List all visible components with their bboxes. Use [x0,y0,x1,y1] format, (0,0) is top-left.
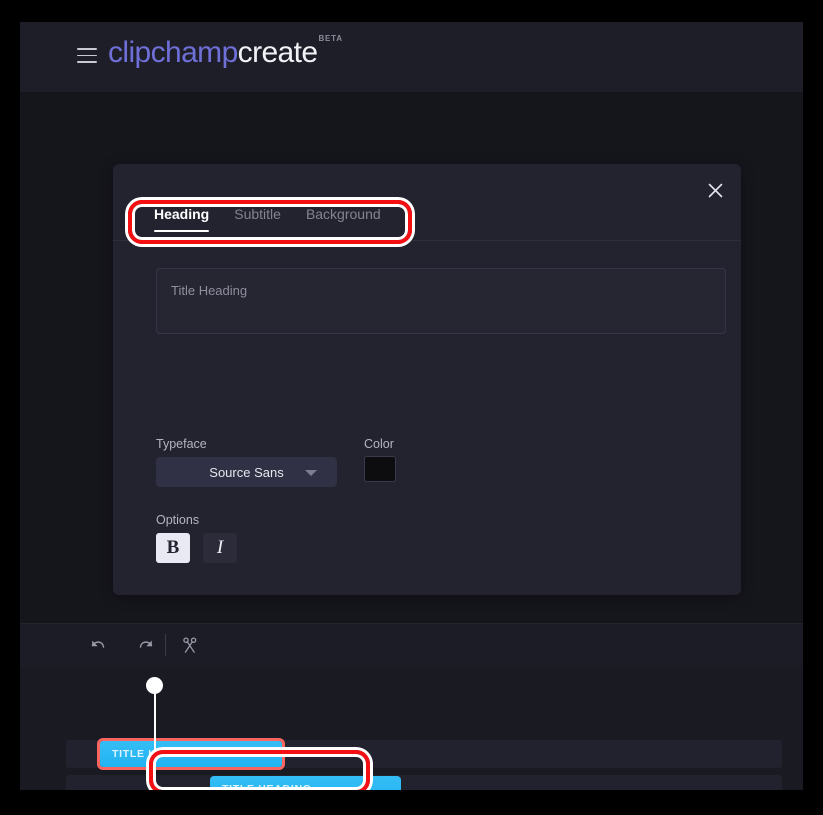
tab-heading[interactable]: Heading [154,206,210,232]
bold-button[interactable]: B [156,533,190,563]
color-swatch[interactable] [364,456,396,482]
app-header: clipchampcreateBETA [20,22,803,92]
brand-name-secondary: create [237,36,318,69]
toolbar-divider [165,634,166,656]
brand-name-primary: clipchamp [108,36,238,69]
typeface-value: Source Sans [209,464,284,480]
scissors-icon[interactable] [178,634,202,658]
beta-badge: BETA [318,34,343,43]
tab-background[interactable]: Background [306,206,381,232]
typeface-label: Typeface [156,437,207,451]
brand-logo: clipchampcreateBETA [108,34,343,70]
close-icon[interactable] [701,176,729,204]
undo-icon[interactable] [86,634,110,658]
italic-button[interactable]: I [203,533,237,563]
panel-header: Heading Subtitle Background [113,164,741,241]
timeline[interactable]: TITLE HEADING TITLE HEADING [20,667,803,790]
clip-label: TITLE HEADING [112,748,202,760]
title-heading-input[interactable] [156,268,726,334]
options-label: Options [156,513,200,527]
editor-workspace: Heading Subtitle Background Typeface Sou… [20,92,803,643]
editor-toolbar [20,623,803,669]
redo-icon[interactable] [134,634,158,658]
playhead-line [153,684,156,790]
playhead-knob-icon[interactable] [146,677,163,694]
hamburger-icon[interactable] [77,48,97,64]
timeline-clip[interactable]: TITLE HEADING [210,776,401,790]
app-window: clipchampcreateBETA Heading Subtitle Bac… [20,22,803,790]
tab-subtitle[interactable]: Subtitle [234,206,281,232]
timeline-clip-selected[interactable]: TITLE HEADING [100,741,282,767]
clip-label: TITLE HEADING [222,783,312,790]
title-properties-panel: Heading Subtitle Background Typeface Sou… [113,164,741,643]
panel-tabs: Heading Subtitle Background [154,206,381,232]
timeline-track[interactable] [66,775,782,790]
chevron-down-icon [305,470,317,476]
color-label: Color [364,437,394,451]
typeface-select[interactable]: Source Sans [156,457,337,487]
